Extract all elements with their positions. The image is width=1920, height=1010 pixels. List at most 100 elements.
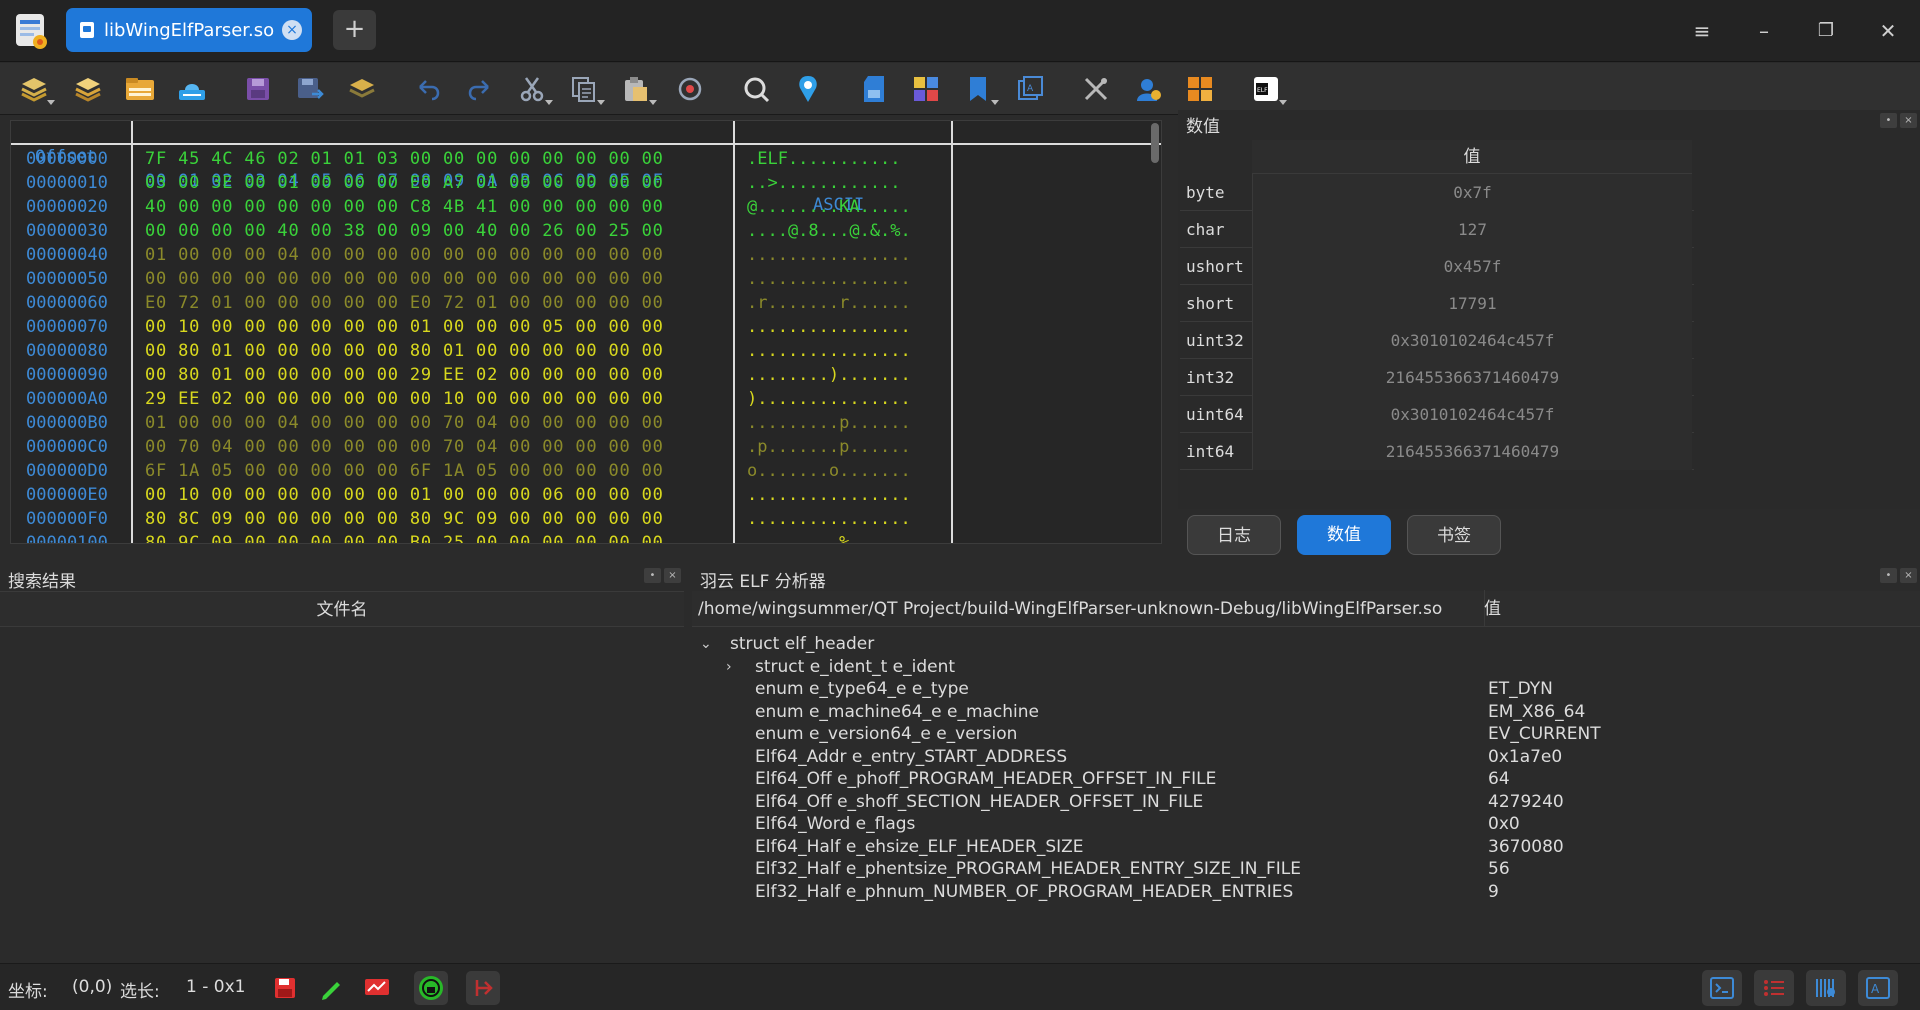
color-palette-icon[interactable]: [908, 72, 944, 106]
plugin-user-icon[interactable]: [1130, 72, 1166, 106]
insert-mode-icon[interactable]: [466, 971, 500, 1005]
row-ascii[interactable]: @........KA.....: [747, 195, 911, 219]
value-row-uint32[interactable]: uint32 0x3010102464c457f: [1180, 322, 1694, 359]
value-type: ushort: [1186, 257, 1244, 276]
value-row-byte[interactable]: byte 0x7f: [1180, 174, 1694, 211]
row-ascii[interactable]: o.......o.......: [747, 459, 911, 483]
value-row-char[interactable]: char 127: [1180, 211, 1694, 248]
float-button[interactable]: •: [1880, 113, 1897, 128]
row-ascii[interactable]: .r.......r......: [747, 291, 911, 315]
row-bytes[interactable]: 00 10 00 00 00 00 00 00 01 00 00 00 05 0…: [145, 315, 664, 339]
paste-icon[interactable]: [618, 72, 657, 106]
value-column-header: 值: [1252, 140, 1692, 174]
menu-icon[interactable]: ≡: [1684, 14, 1720, 48]
value-row-short[interactable]: short 17791: [1180, 285, 1694, 322]
status-bar: 坐标: (0,0) 选长: 1 - 0x1 A: [0, 963, 1920, 1010]
row-ascii[interactable]: ................: [747, 507, 911, 531]
minimize-button[interactable]: –: [1746, 14, 1782, 48]
panel-close-button[interactable]: ×: [1900, 568, 1917, 583]
open-folder-icon[interactable]: [122, 72, 158, 106]
row-bytes[interactable]: E0 72 01 00 00 00 00 00 E0 72 01 00 00 0…: [145, 291, 664, 315]
row-ascii[interactable]: ................: [747, 339, 911, 363]
save-icon[interactable]: [240, 72, 276, 106]
row-ascii[interactable]: .p.......p......: [747, 435, 911, 459]
row-bytes[interactable]: 03 00 3E 00 01 00 00 00 E0 A7 01 00 00 0…: [145, 171, 664, 195]
value-row-uint64[interactable]: uint64 0x3010102464c457f: [1180, 396, 1694, 433]
row-bytes[interactable]: 00 80 01 00 00 00 00 00 80 01 00 00 00 0…: [145, 339, 664, 363]
cut-icon[interactable]: [514, 72, 553, 106]
tab-bookmarks[interactable]: 书签: [1407, 515, 1501, 555]
text-edit-icon[interactable]: A: [1858, 970, 1898, 1006]
row-bytes[interactable]: 6F 1A 05 00 00 00 00 00 6F 1A 05 00 00 0…: [145, 459, 664, 483]
row-ascii[interactable]: ................: [747, 315, 911, 339]
row-bytes[interactable]: 01 00 00 00 04 00 00 00 00 00 00 00 00 0…: [145, 243, 664, 267]
copy-icon[interactable]: [566, 72, 605, 106]
row-ascii[interactable]: ....@.8...@.&.%.: [747, 219, 911, 243]
sd-card-icon[interactable]: [856, 72, 892, 106]
save-status-icon[interactable]: [268, 971, 302, 1005]
row-ascii[interactable]: .........%......: [747, 531, 911, 543]
row-offset: 000000E0: [26, 485, 108, 505]
terminal-icon[interactable]: [1702, 970, 1742, 1006]
layers-stack-icon[interactable]: [344, 72, 380, 106]
elf-file-icon[interactable]: ELF: [1248, 72, 1287, 106]
hex-editor[interactable]: Offset 00 01 02 03 04 05 06 07 08 09 0A …: [10, 120, 1162, 544]
restore-button[interactable]: ❐: [1808, 14, 1844, 48]
panel-close-button[interactable]: ×: [1900, 113, 1917, 128]
row-ascii[interactable]: ................: [747, 483, 911, 507]
new-layer-icon[interactable]: [16, 72, 55, 106]
row-bytes[interactable]: 00 70 04 00 00 00 00 00 00 70 04 00 00 0…: [145, 435, 664, 459]
row-ascii[interactable]: ........).......: [747, 363, 911, 387]
panel-close-button[interactable]: ×: [664, 568, 681, 583]
elf-tree-row[interactable]: Elf32_Half e_phnum_NUMBER_OF_PROGRAM_HEA…: [692, 879, 1920, 906]
edit-pencil-icon[interactable]: [314, 971, 348, 1005]
goto-icon[interactable]: [672, 72, 708, 106]
row-bytes[interactable]: 00 00 00 00 00 00 00 00 00 00 00 00 00 0…: [145, 267, 664, 291]
bookmark-icon[interactable]: [960, 72, 999, 106]
grid-apps-icon[interactable]: [1182, 72, 1218, 106]
value-row-ushort[interactable]: ushort 0x457f: [1180, 248, 1694, 285]
hex-header: Offset 00 01 02 03 04 05 06 07 08 09 0A …: [11, 121, 1161, 215]
elf-panel-title: 羽云 ELF 分析器: [700, 572, 826, 592]
chart-status-icon[interactable]: [360, 971, 394, 1005]
layers-icon[interactable]: [70, 72, 106, 106]
row-ascii[interactable]: ................: [747, 267, 911, 291]
find-icon[interactable]: [738, 72, 774, 106]
tab-close-button[interactable]: ×: [282, 20, 302, 40]
row-bytes[interactable]: 01 00 00 00 04 00 00 00 00 70 04 00 00 0…: [145, 411, 664, 435]
row-ascii[interactable]: ..>............: [747, 171, 901, 195]
row-bytes[interactable]: 00 10 00 00 00 00 00 00 01 00 00 00 06 0…: [145, 483, 664, 507]
location-pin-icon[interactable]: [790, 72, 826, 106]
list-icon[interactable]: [1754, 970, 1794, 1006]
row-ascii[interactable]: ................: [747, 243, 911, 267]
row-bytes[interactable]: 29 EE 02 00 00 00 00 00 00 10 00 00 00 0…: [145, 387, 664, 411]
row-bytes[interactable]: 00 80 01 00 00 00 00 00 29 EE 02 00 00 0…: [145, 363, 664, 387]
save-as-icon[interactable]: [292, 72, 328, 106]
row-ascii[interactable]: .ELF...........: [747, 147, 901, 171]
redo-icon[interactable]: [462, 72, 498, 106]
value-row-int32[interactable]: int32 216455366371460479: [1180, 359, 1694, 396]
new-tab-button[interactable]: +: [333, 10, 376, 50]
hex-scrollbar[interactable]: [1151, 123, 1159, 163]
row-bytes[interactable]: 80 9C 09 00 00 00 00 00 B0 25 00 00 00 0…: [145, 531, 664, 543]
tab-values[interactable]: 数值: [1297, 515, 1391, 555]
undo-icon[interactable]: [410, 72, 446, 106]
row-bytes[interactable]: 00 00 00 00 40 00 38 00 09 00 40 00 26 0…: [145, 219, 664, 243]
float-button[interactable]: •: [1880, 568, 1897, 583]
lock-status-icon[interactable]: [414, 971, 448, 1005]
cloud-drive-icon[interactable]: [174, 72, 210, 106]
row-ascii[interactable]: )...............: [747, 387, 911, 411]
close-button[interactable]: ✕: [1870, 14, 1906, 48]
row-bytes[interactable]: 7F 45 4C 46 02 01 01 03 00 00 00 00 00 0…: [145, 147, 664, 171]
tab-libwingelfparser[interactable]: libWingElfParser.so ×: [66, 8, 312, 52]
copy-hex-icon[interactable]: A: [1012, 72, 1048, 106]
value-row-int64[interactable]: int64 216455366371460479: [1180, 433, 1694, 470]
float-button[interactable]: •: [644, 568, 661, 583]
row-ascii[interactable]: .........p......: [747, 411, 911, 435]
row-bytes[interactable]: 80 8C 09 00 00 00 00 00 80 9C 09 00 00 0…: [145, 507, 664, 531]
value-data: 216455366371460479: [1252, 359, 1692, 396]
tools-icon[interactable]: [1078, 72, 1114, 106]
tab-log[interactable]: 日志: [1187, 515, 1281, 555]
barcode-icon[interactable]: [1806, 970, 1846, 1006]
row-bytes[interactable]: 40 00 00 00 00 00 00 00 C8 4B 41 00 00 0…: [145, 195, 664, 219]
